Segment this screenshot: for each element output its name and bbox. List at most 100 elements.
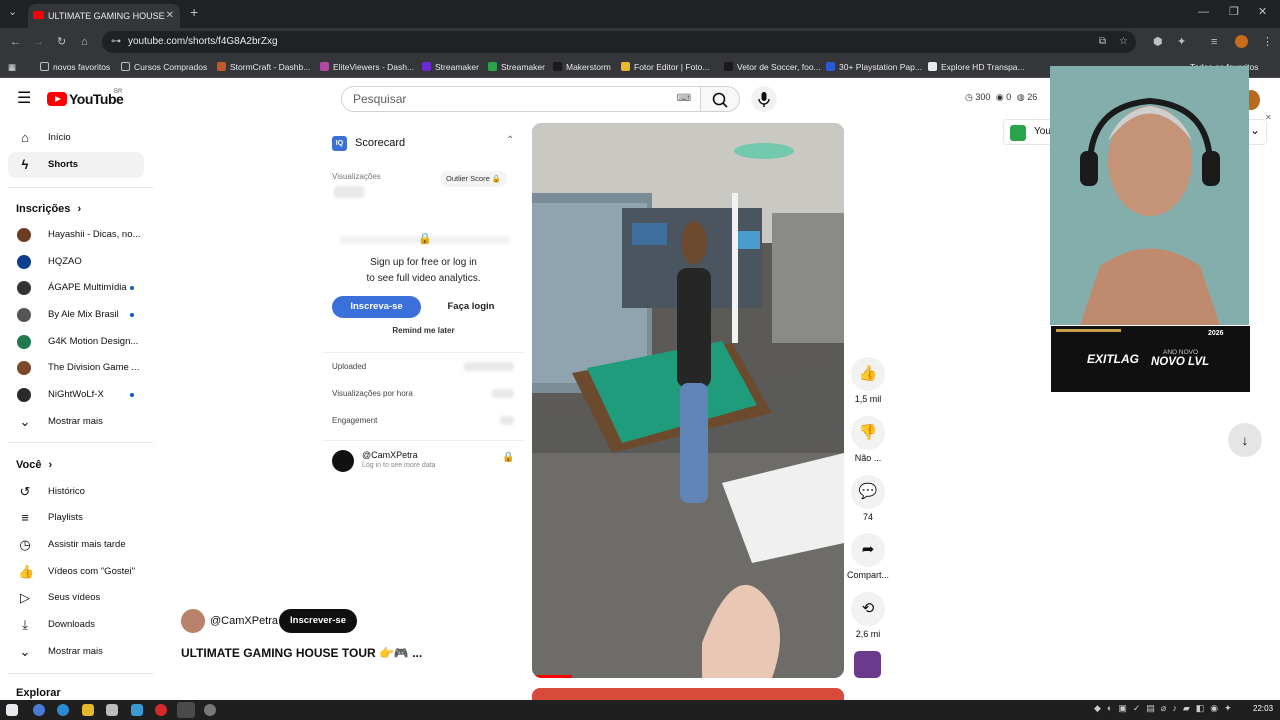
keyboard-icon[interactable]: ⌨	[677, 87, 691, 111]
chevron-down-icon[interactable]: ⌄	[1250, 123, 1260, 137]
app-icon[interactable]	[106, 704, 118, 716]
comment-count: 74	[862, 512, 873, 522]
sidebar-item-shorts[interactable]: ϟ Shorts	[8, 152, 144, 178]
thumbs-down-icon: 👎	[858, 424, 878, 441]
app-icon[interactable]	[131, 704, 143, 716]
remind-later-link[interactable]: Remind me later	[322, 326, 525, 335]
outlier-score-chip[interactable]: Outlier Score 🔒	[440, 171, 508, 187]
channel-avatar	[17, 335, 31, 349]
channel-avatar[interactable]	[181, 609, 205, 633]
sidebar-item-downloads[interactable]: ⤓ Downloads	[8, 612, 144, 638]
scorecard-subscribe-button[interactable]: Inscreva-se	[332, 296, 421, 318]
address-bar: ← → ↻ ⌂ ⊶ youtube.com/shorts/f4G8A2brZxg…	[0, 28, 1280, 56]
dislike-button[interactable]: 👎	[851, 416, 885, 450]
extension-icon[interactable]: ⬢	[1153, 28, 1163, 56]
sidebar-item-watch-later[interactable]: ◷ Assistir mais tarde	[8, 532, 144, 558]
video-channel-name[interactable]: @CamXPetra	[210, 615, 278, 627]
chevron-up-icon[interactable]: ⌃	[506, 135, 514, 146]
close-panel-icon[interactable]: ✕	[1265, 113, 1272, 122]
sidebar-sub-item[interactable]: G4K Motion Design...	[8, 329, 144, 355]
tab-title: ULTIMATE GAMING HOUSE	[48, 11, 165, 21]
menu-kebab-icon[interactable]: ⋮	[1262, 28, 1273, 56]
bookmark-item[interactable]: Cursos Comprados	[121, 56, 207, 78]
url-field[interactable]: ⊶ youtube.com/shorts/f4G8A2brZxg ⧉ ☆	[102, 31, 1136, 53]
like-button[interactable]: 👍	[851, 357, 885, 391]
signup-text: Sign up for free or log in	[370, 257, 477, 268]
clock-time: 22:03	[1253, 704, 1274, 713]
search-button[interactable]	[700, 86, 740, 112]
restore-icon[interactable]: ❐	[1229, 0, 1239, 26]
like-count: 1,5 mil	[854, 394, 882, 404]
close-tab-icon[interactable]: ✕	[166, 4, 174, 28]
sidebar-show-more[interactable]: ⌄ Mostrar mais	[8, 409, 144, 435]
new-tab-icon[interactable]: +	[190, 0, 198, 26]
minimize-icon[interactable]: —	[1198, 0, 1209, 26]
profile-avatar[interactable]	[1235, 35, 1248, 48]
sidebar-sub-item[interactable]: By Ale Mix Brasil	[8, 302, 144, 328]
media-control-icon[interactable]: ≡	[1211, 28, 1217, 56]
thumbs-up-icon: 👍	[18, 564, 35, 579]
apps-grid-icon[interactable]: ▦	[8, 56, 16, 78]
system-tray-icons[interactable]: ◆◐▣✓▤⌀♪▰◧◉✦	[1094, 703, 1238, 714]
edge-icon[interactable]	[57, 704, 69, 716]
reload-icon[interactable]: ↻	[57, 28, 66, 56]
bookmark-star-icon[interactable]: ☆	[1119, 31, 1128, 53]
bookmark-item[interactable]: 30+ Playstation Pap...	[826, 56, 922, 78]
extension-stats: ◷ 300 ◉ 0 ◍ 26	[965, 92, 1038, 102]
bookmark-item[interactable]: Streamaker	[422, 56, 479, 78]
scorecard-login-button[interactable]: Faça login	[427, 296, 515, 318]
bookmark-item[interactable]: Explore HD Transpa...	[928, 56, 1025, 78]
bookmark-item[interactable]: Fotor Editor | Foto...	[621, 56, 709, 78]
sidebar-sub-item[interactable]: The Division Game ...	[8, 355, 144, 381]
home-icon[interactable]: ⌂	[81, 28, 88, 56]
bookmark-item[interactable]: Vetor de Soccer, foo...	[724, 56, 821, 78]
channel-avatar	[17, 255, 31, 269]
app-icon[interactable]	[204, 704, 216, 716]
bookmark-item[interactable]: EliteViewers - Dash...	[320, 56, 414, 78]
comments-button[interactable]: 💬	[851, 475, 885, 509]
bookmark-item[interactable]: Streamaker	[488, 56, 545, 78]
install-app-icon[interactable]: ⧉	[1099, 31, 1106, 53]
sidebar-item-liked[interactable]: 👍 Vídeos com "Gostei"	[8, 559, 144, 585]
bookmark-item[interactable]: StormCraft - Dashb...	[217, 56, 310, 78]
sidebar-item-home[interactable]: ⌂ Início	[8, 125, 144, 151]
app-icon[interactable]	[33, 704, 45, 716]
sidebar-item-your-videos[interactable]: ▷ Seus vídeos	[8, 585, 144, 611]
forward-icon[interactable]: →	[33, 28, 44, 56]
scorecard-channel-row[interactable]: @CamXPetra Log in to see more data 🔒	[322, 440, 525, 482]
next-video-button[interactable]: ↓	[1228, 423, 1262, 457]
bookmark-item[interactable]: Makerstorm	[553, 56, 611, 78]
back-icon[interactable]: ←	[10, 28, 21, 56]
windows-start-icon[interactable]	[6, 704, 18, 716]
close-window-icon[interactable]: ✕	[1258, 0, 1267, 26]
remix-button[interactable]: ⟲	[851, 592, 885, 626]
subscribe-button[interactable]: Inscrever-se	[279, 609, 357, 633]
sidebar-sub-item[interactable]: NiGhtWoLf-X	[8, 382, 144, 408]
bookmark-item[interactable]: novos favoritos	[40, 56, 110, 78]
voice-search-button[interactable]	[751, 86, 777, 112]
browser-tab[interactable]: ULTIMATE GAMING HOUSE ✕	[28, 4, 180, 28]
file-explorer-icon[interactable]	[82, 704, 94, 716]
channel-avatar	[17, 388, 31, 402]
video-progress-bar[interactable]	[532, 675, 572, 678]
extensions-puzzle-icon[interactable]: ✦	[1177, 28, 1186, 56]
next-video-preview[interactable]	[532, 688, 844, 700]
sound-thumbnail[interactable]	[854, 651, 881, 678]
you-heading[interactable]: Você ›	[16, 459, 52, 471]
sidebar-item-history[interactable]: ↺ Histórico	[8, 479, 144, 505]
search-input[interactable]: Pesquisar ⌨	[341, 86, 701, 112]
app-icon[interactable]	[155, 704, 167, 716]
share-button[interactable]: ➦	[851, 533, 885, 567]
hamburger-menu-icon[interactable]: ☰	[17, 90, 31, 108]
chrome-taskbar-icon[interactable]	[177, 702, 195, 718]
shorts-video-player[interactable]	[532, 123, 844, 678]
sidebar-sub-item[interactable]: Hayashii - Dicas, no...	[8, 222, 144, 248]
sidebar-item-playlists[interactable]: ≡ Playlists	[8, 505, 144, 531]
subscriptions-heading[interactable]: Inscrições ›	[16, 203, 81, 215]
sidebar-divider	[8, 442, 153, 443]
tab-search-icon[interactable]: ⌄	[8, 0, 17, 26]
sidebar-sub-item[interactable]: HQZAO	[8, 249, 144, 275]
sidebar-sub-item[interactable]: ÁGAPE Multimídia	[8, 275, 144, 301]
site-info-icon[interactable]: ⊶	[111, 31, 121, 53]
sidebar-show-more[interactable]: ⌄ Mostrar mais	[8, 639, 144, 665]
